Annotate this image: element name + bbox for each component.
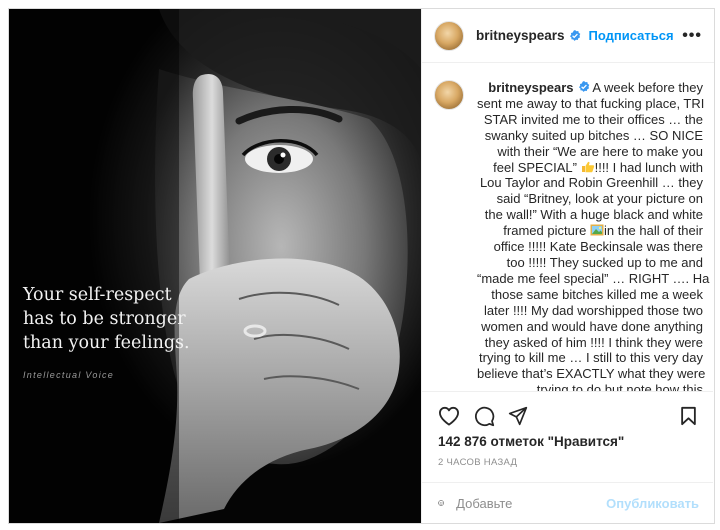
more-options-button[interactable]: •••: [682, 27, 702, 45]
caption-text: those same bitches killed me a week: [491, 286, 703, 302]
caption-area: britneyspears A week before they sent me…: [422, 64, 713, 391]
caption-text: STAR invited me to their offices … the: [483, 111, 703, 127]
post-image[interactable]: Your self-respect has to be stronger tha…: [9, 9, 421, 523]
caption-text: !!!! I had lunch with: [594, 159, 703, 175]
caption-text: later !!!! My dad worshipped those two: [484, 302, 703, 318]
comment-icon[interactable]: [474, 406, 495, 427]
follow-button[interactable]: Подписаться: [589, 28, 674, 43]
portrait-illustration: [9, 9, 421, 523]
caption-text: women and would have done anything: [481, 318, 703, 334]
caption-text: office !!!!! Kate Beckinsale was there: [493, 239, 703, 255]
emoji-icon[interactable]: [438, 492, 444, 514]
image-quote: Your self-respect has to be stronger tha…: [23, 283, 223, 355]
post-caption: britneyspears A week before they sent me…: [477, 80, 710, 391]
avatar[interactable]: [434, 20, 464, 51]
caption-text: “made me feel special” … RIGHT …. Ha: [477, 270, 710, 286]
likes-count[interactable]: 142 876 отметок "Нравится": [438, 434, 624, 449]
caption-text: Lou Taylor and Robin Greenhill … they: [479, 175, 703, 191]
bookmark-icon[interactable]: [680, 406, 697, 426]
caption-text: said “Britney, look at your picture on: [496, 191, 703, 207]
caption-text: trying to kill me … I still to this very…: [479, 350, 703, 366]
caption-text: too !!!!! They sucked up to me and: [506, 254, 703, 270]
heart-icon[interactable]: [438, 406, 460, 426]
share-icon[interactable]: [508, 406, 528, 426]
caption-text: framed picture: [503, 223, 590, 239]
post-timestamp[interactable]: 2 ЧАСОВ НАЗАД: [438, 457, 517, 468]
username-link[interactable]: britneyspears: [476, 28, 565, 43]
verified-icon: [578, 81, 589, 92]
caption-text: they asked of him !!!! I think they were: [484, 334, 703, 350]
avatar[interactable]: [434, 80, 464, 110]
instagram-post: Your self-respect has to be stronger tha…: [8, 8, 715, 524]
comment-input[interactable]: [456, 495, 607, 511]
caption-text: in the hall of their: [603, 223, 703, 239]
publish-button[interactable]: Опубликовать: [606, 496, 699, 511]
post-header: britneyspears Подписаться •••: [422, 9, 714, 63]
caption-text: trying to do but note how this: [536, 382, 703, 391]
caption-text: believe that’s EXACTLY what they were: [477, 366, 706, 382]
add-comment-row: Опубликовать: [422, 482, 713, 523]
quote-line: has to be stronger: [23, 309, 186, 329]
quote-line: than your feelings.: [23, 333, 190, 353]
thumbs-up-icon: [581, 161, 594, 172]
image-brand-watermark: Intellectual Voice: [23, 370, 115, 380]
framed-picture-icon: [590, 224, 604, 236]
verified-icon: [569, 29, 580, 41]
caption-text: feel SPECIAL”: [493, 159, 577, 175]
caption-text: with their “We are here to make you: [497, 143, 703, 159]
caption-text: swanky suited up bitches … SO NICE: [484, 127, 703, 143]
caption-text: sent me away to that fucking place, TRI: [477, 95, 705, 111]
caption-username[interactable]: britneyspears: [488, 80, 573, 95]
caption-text: the wall!” With a huge black and white: [484, 207, 703, 223]
quote-line: Your self-respect: [23, 285, 172, 305]
post-sidebar: britneyspears Подписаться ••• britneyspe…: [421, 9, 714, 523]
caption-text: A week before they: [589, 80, 703, 95]
